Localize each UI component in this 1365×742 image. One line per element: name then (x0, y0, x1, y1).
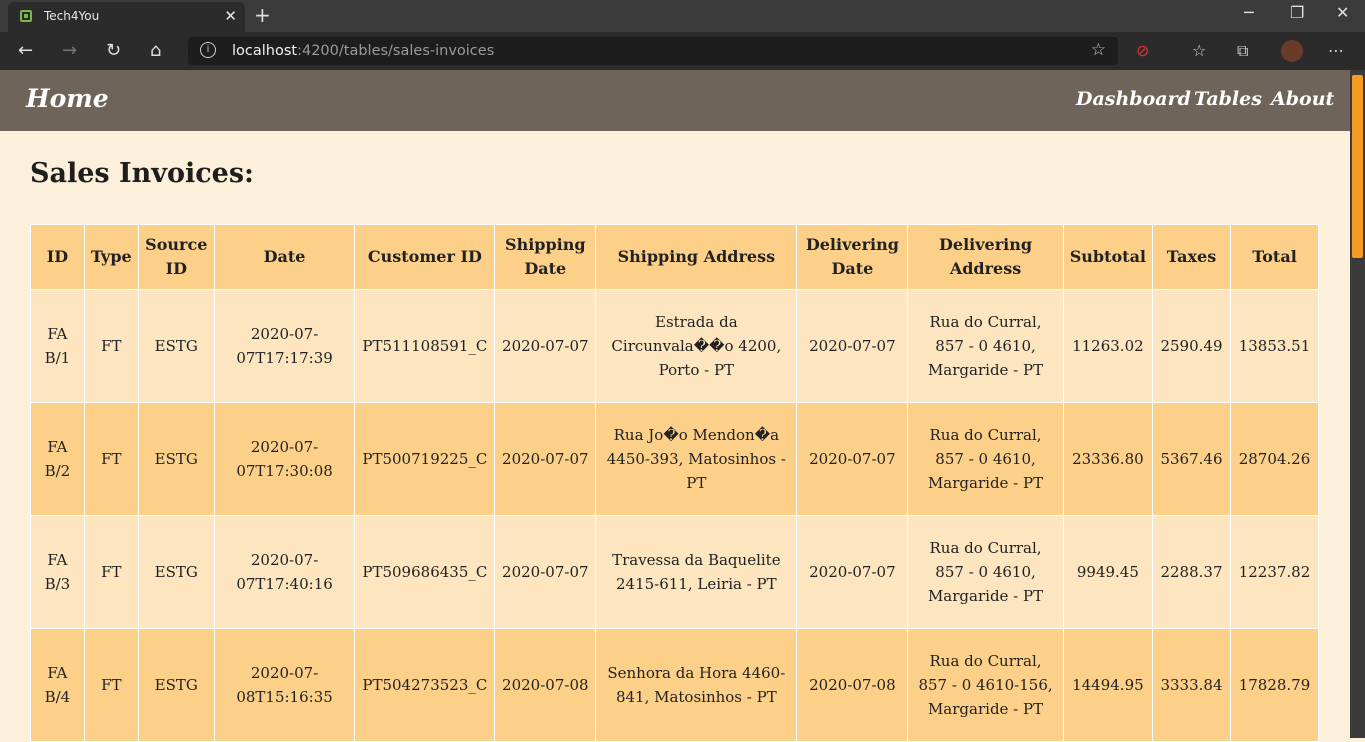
cell-delivering-date: 2020-07-07 (796, 402, 909, 516)
forward-icon[interactable]: → (62, 40, 77, 61)
cell-shipping-date: 2020-07-07 (494, 402, 597, 516)
cell-subtotal: 14494.95 (1062, 628, 1154, 742)
cell-total: 12237.82 (1229, 515, 1320, 629)
cell-customer-id: PT511108591_C (354, 289, 496, 403)
address-bar[interactable]: i localhost:4200/tables/sales-invoices ☆ (188, 37, 1118, 65)
cell-total: 28704.26 (1229, 402, 1320, 516)
column-header-shipping-address: Shipping Address (595, 224, 798, 290)
column-header-subtotal: Subtotal (1062, 224, 1154, 290)
cell-type: FT (83, 402, 139, 516)
cell-id: FA B/1 (30, 289, 85, 403)
minimize-icon[interactable]: ─ (1244, 3, 1254, 22)
cell-source-id: ESTG (137, 628, 215, 742)
cell-id: FA B/2 (30, 402, 85, 516)
column-header-type: Type (83, 224, 139, 290)
cell-shipping-date: 2020-07-08 (494, 628, 597, 742)
home-icon[interactable]: ⌂ (150, 40, 161, 61)
cell-delivering-address: Rua do Curral, 857 - 0 4610, Margaride -… (907, 515, 1064, 629)
window-close-icon[interactable]: ✕ (1336, 3, 1349, 22)
cell-taxes: 3333.84 (1152, 628, 1231, 742)
cell-subtotal: 9949.45 (1062, 515, 1154, 629)
cell-source-id: ESTG (137, 289, 215, 403)
cell-total: 17828.79 (1229, 628, 1320, 742)
cell-shipping-address: Travessa da Baquelite 2415-611, Leiria -… (595, 515, 798, 629)
cell-total: 13853.51 (1229, 289, 1320, 403)
column-header-source-id: Source ID (137, 224, 215, 290)
extension-icon[interactable]: ⊘ (1136, 41, 1149, 60)
cell-source-id: ESTG (137, 402, 215, 516)
sales-invoices-table: ID Type Source ID Date Customer ID Shipp… (30, 224, 1320, 742)
favicon-icon (20, 10, 32, 22)
cell-id: FA B/4 (30, 628, 85, 742)
profile-avatar[interactable] (1281, 40, 1303, 62)
url-path: :4200/tables/sales-invoices (297, 43, 495, 59)
page-title: Sales Invoices: (30, 158, 255, 189)
cell-date: 2020-07-08T15:16:35 (213, 628, 356, 742)
cell-date: 2020-07-07T17:30:08 (213, 402, 356, 516)
cell-taxes: 5367.46 (1152, 402, 1231, 516)
app-navbar: Home Dashboard Tables About (0, 70, 1350, 131)
nav-tables-link[interactable]: Tables (1194, 88, 1262, 110)
brand-home-link[interactable]: Home (26, 84, 109, 113)
cell-shipping-date: 2020-07-07 (494, 515, 597, 629)
cell-date: 2020-07-07T17:17:39 (213, 289, 356, 403)
cell-date: 2020-07-07T17:40:16 (213, 515, 356, 629)
collections-icon[interactable]: ⧉ (1237, 41, 1248, 61)
cell-type: FT (83, 289, 139, 403)
browser-toolbar: ← → ↻ ⌂ i localhost:4200/tables/sales-in… (0, 32, 1365, 70)
cell-delivering-date: 2020-07-08 (796, 628, 909, 742)
cell-type: FT (83, 515, 139, 629)
column-header-customer-id: Customer ID (354, 224, 496, 290)
more-menu-icon[interactable]: ⋯ (1328, 41, 1344, 60)
cell-subtotal: 11263.02 (1062, 289, 1154, 403)
favorites-list-icon[interactable]: ☆ (1192, 41, 1206, 60)
cell-customer-id: PT500719225_C (354, 402, 496, 516)
page-scrollbar[interactable] (1350, 70, 1365, 738)
url-text: localhost:4200/tables/sales-invoices (232, 43, 494, 59)
cell-shipping-address: Estrada da Circunvala��o 4200, Porto - P… (595, 289, 798, 403)
refresh-icon[interactable]: ↻ (106, 40, 121, 61)
cell-shipping-address: Rua Jo�o Mendon�a 4450-393, Matosinhos -… (595, 402, 798, 516)
cell-source-id: ESTG (137, 515, 215, 629)
table-header-row: ID Type Source ID Date Customer ID Shipp… (30, 224, 1320, 290)
cell-delivering-date: 2020-07-07 (796, 289, 909, 403)
restore-icon[interactable]: ❐ (1290, 3, 1304, 22)
cell-type: FT (83, 628, 139, 742)
cell-delivering-date: 2020-07-07 (796, 515, 909, 629)
cell-id: FA B/3 (30, 515, 85, 629)
tab-title: Tech4You (44, 9, 100, 23)
cell-taxes: 2288.37 (1152, 515, 1231, 629)
nav-dashboard-link[interactable]: Dashboard (1076, 88, 1191, 110)
column-header-id: ID (30, 224, 85, 290)
column-header-shipping-date: Shipping Date (494, 224, 597, 290)
column-header-taxes: Taxes (1152, 224, 1231, 290)
table-row: FA B/4 FT ESTG 2020-07-08T15:16:35 PT504… (30, 628, 1320, 742)
column-header-date: Date (213, 224, 356, 290)
back-icon[interactable]: ← (18, 40, 33, 61)
cell-delivering-address: Rua do Curral, 857 - 0 4610, Margaride -… (907, 402, 1064, 516)
browser-tab[interactable]: Tech4You ✕ (8, 2, 245, 32)
column-header-delivering-address: Delivering Address (907, 224, 1064, 290)
cell-taxes: 2590.49 (1152, 289, 1231, 403)
cell-customer-id: PT509686435_C (354, 515, 496, 629)
table-row: FA B/3 FT ESTG 2020-07-07T17:40:16 PT509… (30, 515, 1320, 629)
cell-delivering-address: Rua do Curral, 857 - 0 4610, Margaride -… (907, 289, 1064, 403)
cell-customer-id: PT504273523_C (354, 628, 496, 742)
cell-shipping-address: Senhora da Hora 4460-841, Matosinhos - P… (595, 628, 798, 742)
column-header-delivering-date: Delivering Date (796, 224, 909, 290)
table-row: FA B/2 FT ESTG 2020-07-07T17:30:08 PT500… (30, 402, 1320, 516)
scrollbar-thumb[interactable] (1352, 75, 1363, 258)
column-header-total: Total (1229, 224, 1320, 290)
url-host: localhost (232, 43, 298, 59)
tab-close-icon[interactable]: ✕ (224, 7, 237, 25)
favorite-star-icon[interactable]: ☆ (1091, 40, 1106, 60)
cell-subtotal: 23336.80 (1062, 402, 1154, 516)
new-tab-icon[interactable]: + (254, 3, 271, 27)
cell-delivering-address: Rua do Curral, 857 - 0 4610-156, Margari… (907, 628, 1064, 742)
nav-about-link[interactable]: About (1271, 88, 1334, 110)
site-info-icon[interactable]: i (200, 42, 216, 58)
cell-shipping-date: 2020-07-07 (494, 289, 597, 403)
table-row: FA B/1 FT ESTG 2020-07-07T17:17:39 PT511… (30, 289, 1320, 403)
browser-tab-bar: Tech4You ✕ + ─ ❐ ✕ (0, 0, 1365, 32)
